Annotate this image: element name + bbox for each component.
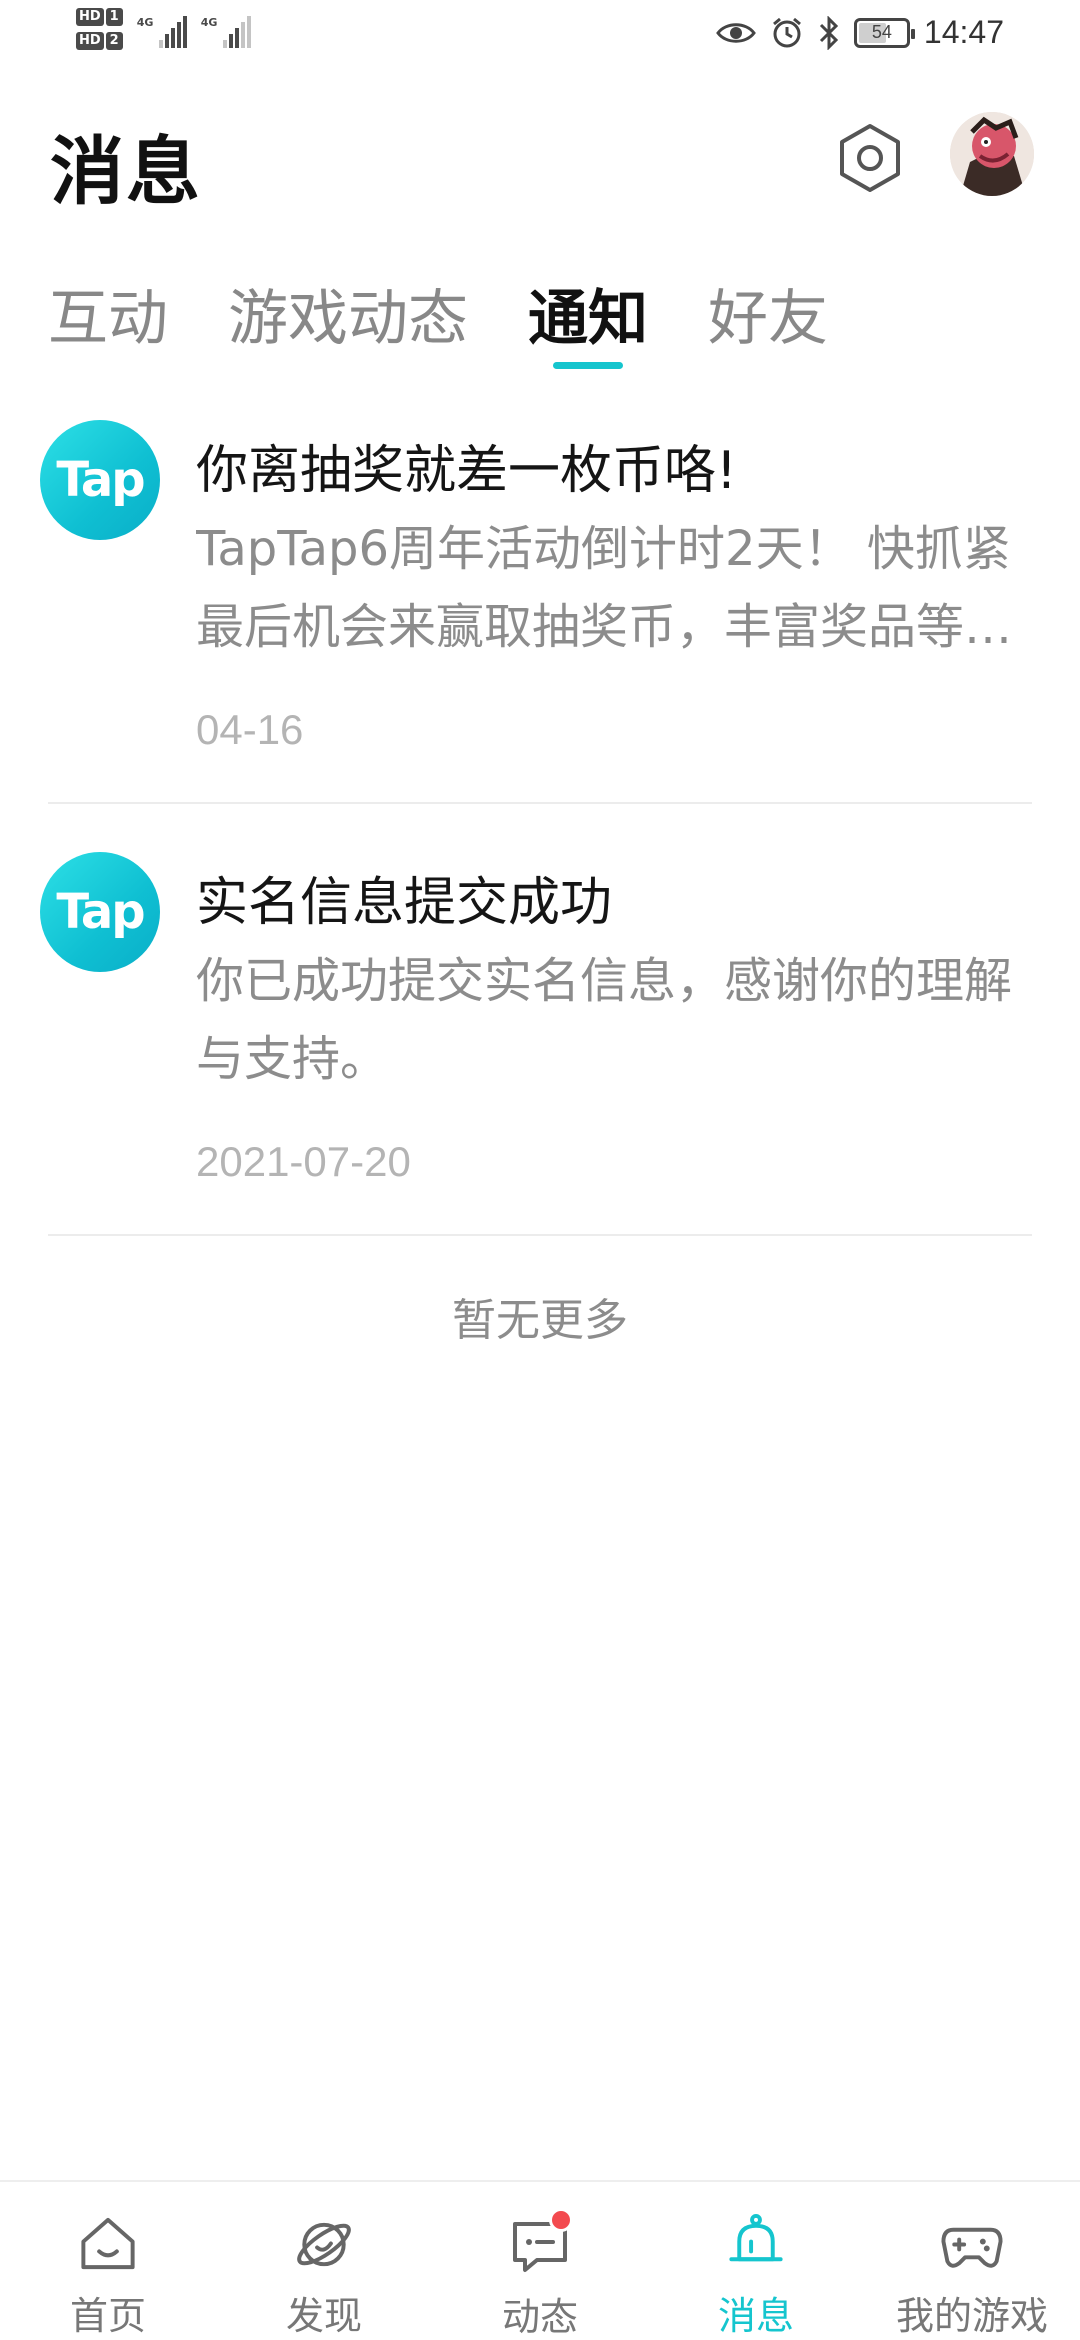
tab-friends[interactable]: 好友: [708, 270, 828, 380]
nav-home[interactable]: 首页: [0, 2182, 216, 2340]
battery-level: 54: [871, 22, 892, 42]
nav-label: 发现: [285, 2294, 362, 2338]
eye-icon: [716, 22, 756, 43]
nav-messages[interactable]: 消息: [648, 2182, 864, 2340]
divider: [48, 802, 1032, 804]
nav-my-games[interactable]: 我的游戏: [864, 2182, 1080, 2340]
nav-label: 我的游戏: [895, 2294, 1048, 2338]
bell-icon: [729, 2213, 783, 2262]
gear-icon: [840, 124, 900, 192]
page-title: 消息: [50, 129, 202, 215]
nav-label: 首页: [69, 2294, 146, 2338]
tab-game-updates[interactable]: 游戏动态: [228, 270, 468, 380]
active-tab-indicator: [553, 362, 623, 369]
notification-item[interactable]: Tap 你离抽奖就差一枚币咯! TapTap6周年活动倒计时2天！ 快抓紧最后机…: [0, 420, 1080, 800]
taptap-logo-icon: Tap: [40, 852, 160, 972]
home-icon: [81, 2217, 135, 2270]
avatar[interactable]: [950, 112, 1034, 196]
avatar-image: [950, 112, 1034, 196]
signal-2-icon: 4G: [201, 8, 251, 48]
list-end-text: 暂无更多: [452, 1295, 628, 1346]
notification-title: 你离抽奖就差一枚币咯!: [196, 441, 737, 501]
notification-body: TapTap6周年活动倒计时2天！ 快抓紧最后机会来赢取抽奖币，丰富奖品等你来拿…: [196, 521, 1013, 655]
battery-icon: 54: [853, 17, 915, 48]
message-tabs: 互动 游戏动态 通知 好友: [48, 270, 828, 380]
divider: [48, 1234, 1032, 1236]
gamepad-icon: [941, 2227, 1003, 2268]
signal-1-icon: 4G: [137, 8, 187, 48]
clock: 14:47: [923, 14, 1004, 50]
notification-date: 2021-07-20: [196, 1138, 411, 1185]
settings-button[interactable]: [830, 118, 910, 198]
bottom-nav: 首页 发现 动态 消息 我的游戏: [0, 2180, 1080, 2340]
nav-feed[interactable]: 动态: [432, 2182, 648, 2340]
unread-badge: [549, 2208, 573, 2232]
taptap-logo-icon: Tap: [40, 420, 160, 540]
sim1-indicator: HD 1: [76, 8, 123, 26]
alarm-icon: [772, 17, 801, 47]
tab-interactions[interactable]: 互动: [48, 270, 168, 380]
nav-label: 动态: [501, 2295, 578, 2339]
tab-notifications[interactable]: 通知: [528, 270, 648, 380]
notification-title: 实名信息提交成功: [196, 873, 613, 933]
nav-label: 消息: [717, 2294, 794, 2338]
bluetooth-icon: [819, 15, 839, 50]
sim2-indicator: HD 2: [76, 32, 123, 50]
messages-screen: HD 1 HD 2 4G 4G 54 14:47 消息 互动 游戏动态 通知 好…: [0, 0, 1080, 2340]
notification-item[interactable]: Tap 实名信息提交成功 你已成功提交实名信息，感谢你的理解与支持。 2021-…: [0, 852, 1080, 1232]
notification-date: 04-16: [196, 706, 304, 753]
status-bar: HD 1 HD 2 4G 4G 54 14:47: [0, 0, 1080, 72]
chat-icon-wrapper: [507, 2208, 573, 2278]
planet-icon: [297, 2222, 351, 2267]
notification-body: 你已成功提交实名信息，感谢你的理解与支持。: [196, 953, 1013, 1087]
nav-discover[interactable]: 发现: [216, 2182, 432, 2340]
